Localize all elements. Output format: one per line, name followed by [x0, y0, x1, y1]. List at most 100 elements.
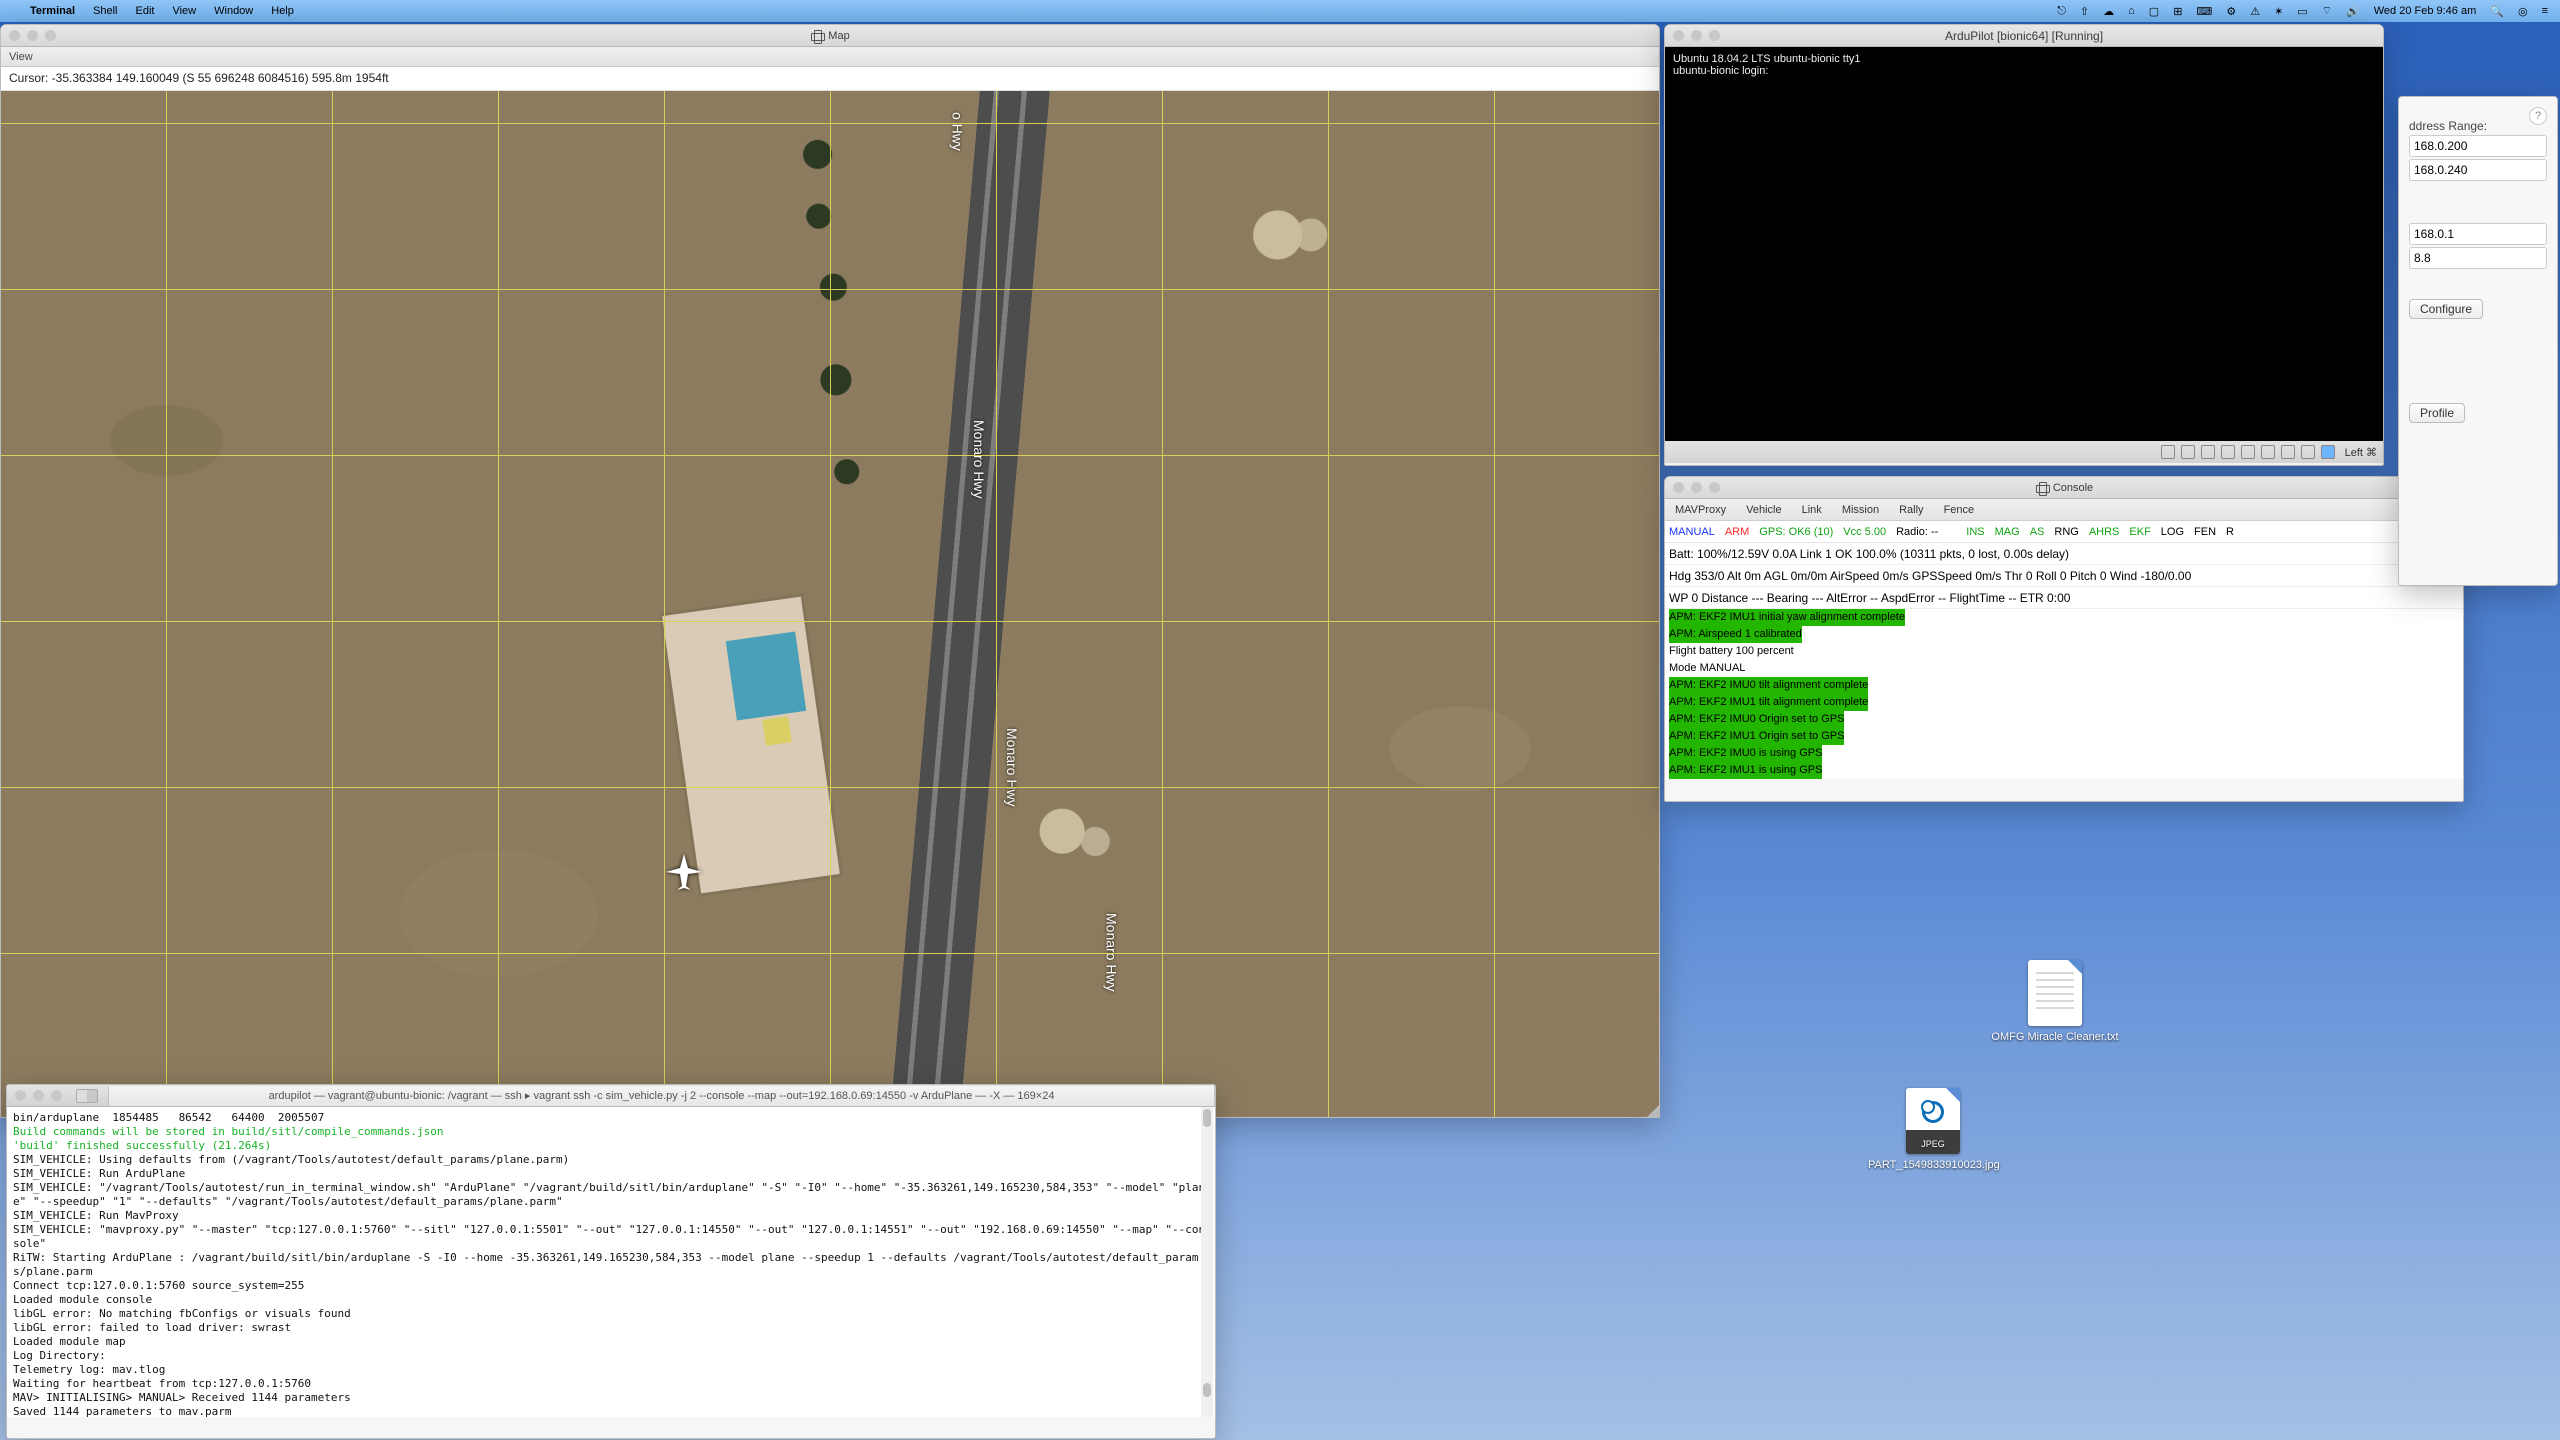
menu-mission[interactable]: Mission: [1842, 504, 1879, 516]
menu-edit[interactable]: Edit: [136, 5, 155, 17]
clock[interactable]: Wed 20 Feb 9:46 am: [2374, 5, 2477, 17]
terminal-split-toggle[interactable]: [76, 1089, 98, 1103]
scrollbar[interactable]: [1201, 1107, 1213, 1417]
vm-status-icon[interactable]: [2281, 445, 2295, 459]
status-icon[interactable]: ⌂: [2128, 5, 2135, 17]
configure-button[interactable]: Configure: [2409, 299, 2483, 319]
aircraft-marker-icon[interactable]: [664, 852, 704, 892]
menu-view[interactable]: View: [172, 5, 196, 17]
status-log: LOG: [2161, 526, 2184, 538]
profile-button[interactable]: Profile: [2409, 403, 2465, 423]
zoom-button[interactable]: [45, 30, 56, 41]
close-button[interactable]: [1673, 482, 1684, 493]
menu-vehicle[interactable]: Vehicle: [1746, 504, 1781, 516]
desktop-file[interactable]: OMFG Miracle Cleaner.txt: [1990, 960, 2120, 1043]
status-icon[interactable]: ⊞: [2173, 5, 2182, 18]
notification-center-icon[interactable]: ≡: [2542, 5, 2548, 17]
subnet-input[interactable]: [2409, 247, 2547, 269]
menu-shell[interactable]: Shell: [93, 5, 117, 17]
menu-link[interactable]: Link: [1802, 504, 1822, 516]
volume-icon[interactable]: 🔊: [2346, 5, 2360, 18]
bluetooth-icon[interactable]: ✶: [2274, 5, 2283, 18]
menu-rally[interactable]: Rally: [1899, 504, 1923, 516]
spotlight-icon[interactable]: 🔍: [2490, 5, 2504, 18]
wifi-icon[interactable]: ⚠︎: [2250, 5, 2260, 18]
status-radio: Radio: --: [1896, 526, 1938, 538]
vm-line: ubuntu-bionic login:: [1673, 65, 2375, 77]
range-high-input[interactable]: [2409, 159, 2547, 181]
window-controls: [1, 30, 56, 41]
resize-handle[interactable]: [1645, 1105, 1659, 1118]
macos-menubar: Terminal Shell Edit View Window Help ⎋ ⇧…: [0, 0, 2560, 22]
wifi-icon[interactable]: ⌔: [2322, 4, 2332, 18]
status-icon[interactable]: ☁︎: [2103, 5, 2114, 18]
x11-icon: [810, 29, 824, 43]
menubar-status-area: ⎋ ⇧ ☁︎ ⌂ ▢ ⊞ ⌨︎ ⚙︎ ⚠︎ ✶ ▭ ⌔ 🔊 Wed 20 Feb…: [2057, 4, 2548, 18]
desktop-file[interactable]: PART_1549833910023.jpg: [1868, 1088, 1998, 1171]
vm-window-title: ArduPilot [bionic64] [Running]: [1665, 29, 2383, 43]
siri-icon[interactable]: ◎: [2518, 5, 2528, 18]
helipad: [762, 716, 791, 745]
vm-titlebar[interactable]: ArduPilot [bionic64] [Running]: [1665, 25, 2383, 47]
close-button[interactable]: [15, 1090, 26, 1101]
console-telemetry-row2: Hdg 353/0 Alt 0m AGL 0m/0m AirSpeed 0m/s…: [1665, 565, 2463, 587]
vm-status-icon[interactable]: [2201, 445, 2215, 459]
map-window: Map View Cursor: -35.363384 149.160049 (…: [0, 24, 1660, 1118]
minimize-button[interactable]: [33, 1090, 44, 1101]
server-ip-input[interactable]: [2409, 223, 2547, 245]
range-low-input[interactable]: [2409, 135, 2547, 157]
vm-status-icon[interactable]: [2221, 445, 2235, 459]
vm-status-icon[interactable]: [2261, 445, 2275, 459]
vm-status-icon[interactable]: [2161, 445, 2175, 459]
menu-window[interactable]: Window: [214, 5, 253, 17]
map-menu-view[interactable]: View: [1, 47, 1659, 67]
menu-mavproxy[interactable]: MAVProxy: [1675, 504, 1726, 516]
vm-status-icon[interactable]: [2181, 445, 2195, 459]
minimize-button[interactable]: [1691, 482, 1702, 493]
status-ins: INS: [1966, 526, 1984, 538]
mavproxy-console-window: Console MAVProxy Vehicle Link Mission Ra…: [1664, 476, 2464, 802]
status-icon[interactable]: ▢: [2149, 5, 2159, 18]
close-button[interactable]: [9, 30, 20, 41]
x11-icon: [2035, 481, 2049, 495]
menu-fence[interactable]: Fence: [1944, 504, 1975, 516]
zoom-button[interactable]: [51, 1090, 62, 1101]
minimize-button[interactable]: [1691, 30, 1702, 41]
status-icon[interactable]: ⌨︎: [2196, 5, 2212, 18]
terminal-tab[interactable]: ardupilot — vagrant@ubuntu-bionic: /vagr…: [108, 1086, 1215, 1106]
road-label: Monaro Hwy: [1104, 913, 1120, 992]
scrollbar-thumb[interactable]: [1203, 1383, 1211, 1397]
status-rc: R: [2226, 526, 2234, 538]
console-telemetry-row1: Batt: 100%/12.59V 0.0A Link 1 OK 100.0% …: [1665, 543, 2463, 565]
vm-status-icon[interactable]: [2321, 445, 2335, 459]
status-icon[interactable]: ⇧: [2080, 5, 2089, 18]
console-titlebar[interactable]: Console: [1665, 477, 2463, 499]
road-label: o Hwy: [949, 112, 965, 151]
file-name: PART_1549833910023.jpg: [1868, 1159, 1998, 1171]
terminal-output[interactable]: bin/arduplane 1854485 86542 64400 200550…: [7, 1107, 1215, 1417]
vm-statusbar: Left ⌘: [1665, 441, 2383, 463]
close-button[interactable]: [1673, 30, 1684, 41]
status-icon[interactable]: ⚙︎: [2226, 5, 2236, 18]
map-titlebar[interactable]: Map: [1, 25, 1659, 47]
vm-status-icon[interactable]: [2301, 445, 2315, 459]
window-controls: [7, 1090, 70, 1101]
vm-status-icon[interactable]: [2241, 445, 2255, 459]
vm-console[interactable]: Ubuntu 18.04.2 LTS ubuntu-bionic tty1 ub…: [1665, 47, 2383, 441]
status-ekf: EKF: [2129, 526, 2150, 538]
network-settings-window: ? ddress Range: Configure Profile: [2398, 96, 2558, 586]
battery-icon[interactable]: ▭: [2297, 5, 2307, 18]
zoom-button[interactable]: [1709, 482, 1720, 493]
status-icon[interactable]: ⎋: [2057, 5, 2066, 18]
map-canvas[interactable]: o Hwy Monaro Hwy Monaro Hwy Monaro Hwy: [1, 91, 1659, 1118]
info-icon[interactable]: ?: [2529, 107, 2547, 125]
status-mag: MAG: [1995, 526, 2020, 538]
zoom-button[interactable]: [1709, 30, 1720, 41]
vm-line: Ubuntu 18.04.2 LTS ubuntu-bionic tty1: [1673, 53, 2375, 65]
app-menu[interactable]: Terminal: [30, 5, 75, 17]
scrollbar-thumb[interactable]: [1203, 1109, 1211, 1127]
terminal-tabbar: ardupilot — vagrant@ubuntu-bionic: /vagr…: [7, 1085, 1215, 1107]
minimize-button[interactable]: [27, 30, 38, 41]
vm-hostkey-label: Left ⌘: [2345, 446, 2377, 459]
menu-help[interactable]: Help: [271, 5, 294, 17]
